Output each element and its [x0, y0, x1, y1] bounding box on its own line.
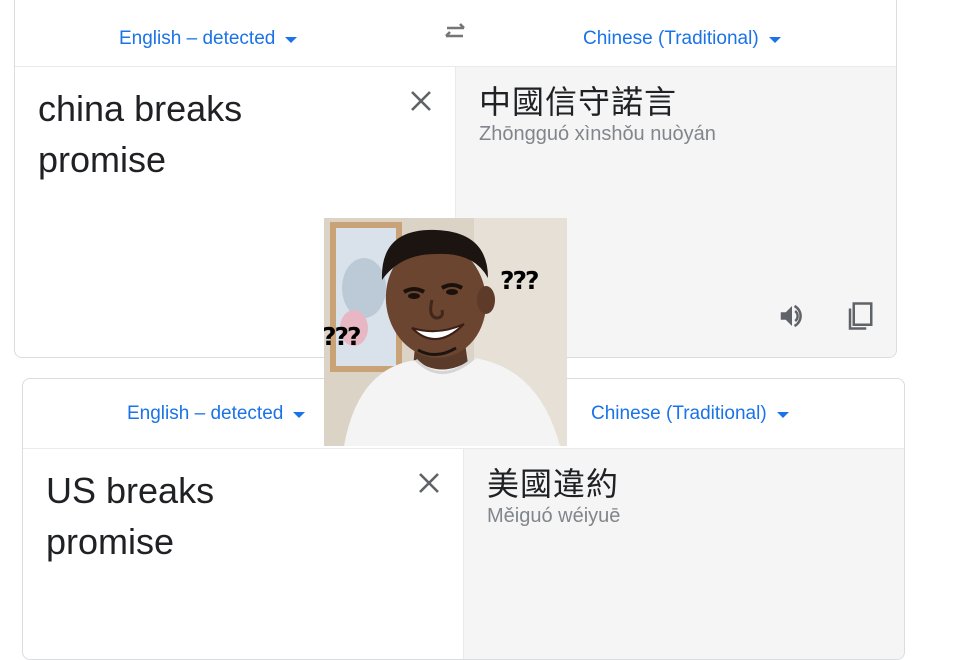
- copy-icon: [848, 302, 873, 330]
- source-language-select[interactable]: English – detected: [127, 379, 306, 448]
- clear-source-button[interactable]: [415, 469, 443, 497]
- question-marks-right: ???: [500, 266, 539, 295]
- swap-languages-button[interactable]: [439, 21, 471, 43]
- speaker-icon: [780, 304, 802, 328]
- caret-down-icon: [285, 37, 298, 43]
- target-pane: 美國違約 Měiguó wéiyuē: [463, 449, 904, 659]
- caret-down-icon: [293, 412, 306, 418]
- question-marks-left: ???: [324, 322, 361, 351]
- source-language-label: English – detected: [119, 27, 276, 49]
- caret-down-icon: [776, 412, 789, 418]
- target-language-label: Chinese (Traditional): [591, 402, 767, 424]
- listen-button[interactable]: [776, 300, 808, 332]
- meme-illustration: [324, 218, 567, 446]
- source-text-line: US breaks: [46, 470, 215, 511]
- romanization-text: Měiguó wéiyuē: [487, 505, 621, 527]
- source-text-line: china breaks: [38, 88, 243, 129]
- romanization-text: Zhōngguó xìnshǒu nuòyán: [479, 123, 716, 145]
- source-textarea[interactable]: china breaks promise: [38, 83, 398, 185]
- source-text-line: promise: [38, 139, 167, 180]
- source-language-select[interactable]: English – detected: [119, 0, 298, 76]
- caret-down-icon: [768, 37, 781, 43]
- source-text-line: promise: [46, 521, 175, 562]
- target-language-select[interactable]: Chinese (Traditional): [591, 379, 789, 448]
- source-pane[interactable]: US breaks promise: [23, 449, 463, 659]
- translation-text: 中國信守諾言: [479, 83, 678, 121]
- source-textarea[interactable]: US breaks promise: [46, 465, 406, 567]
- close-icon: [419, 473, 439, 493]
- language-bar: English – detected Chinese (Traditional): [15, 0, 896, 67]
- target-language-select[interactable]: Chinese (Traditional): [583, 0, 781, 76]
- translation-text: 美國違約: [487, 465, 620, 503]
- swap-arrows-icon: [445, 23, 465, 38]
- clear-source-button[interactable]: [407, 87, 435, 115]
- copy-translation-button[interactable]: [844, 300, 876, 332]
- source-language-label: English – detected: [127, 402, 284, 424]
- close-icon: [411, 91, 431, 111]
- target-language-label: Chinese (Traditional): [583, 27, 759, 49]
- confused-man-meme-image: ??? ???: [324, 218, 567, 446]
